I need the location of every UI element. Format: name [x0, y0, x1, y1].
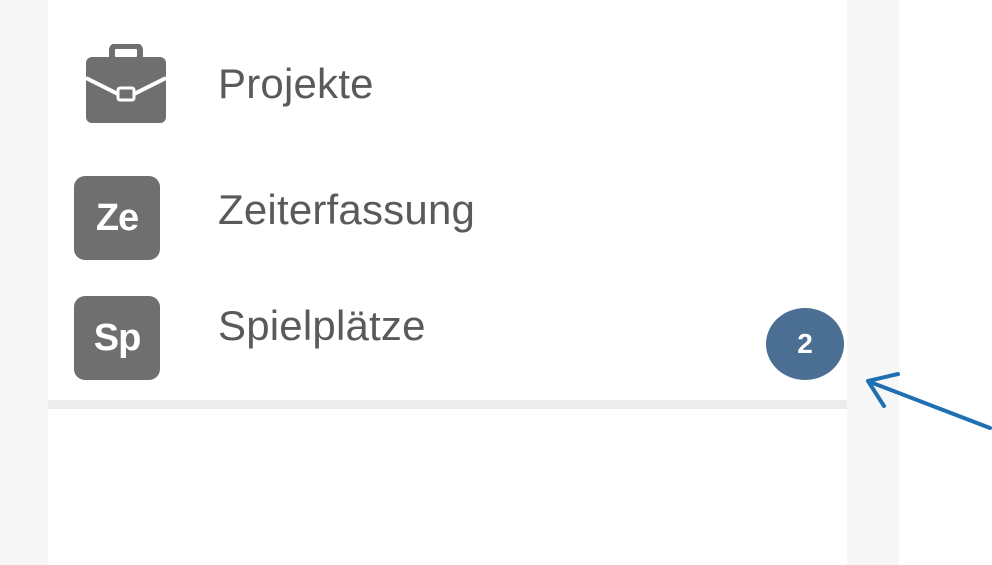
- notification-count-badge: 2: [766, 308, 844, 380]
- menu-item-label: Spielplätze: [218, 302, 426, 349]
- sidebar-menu-panel: Projekte Ze Zeiterfassung Sp Spielplätze…: [48, 8, 847, 409]
- right-background-strip: [847, 0, 899, 565]
- menu-item-zeiterfassung[interactable]: Ze Zeiterfassung: [72, 176, 832, 266]
- left-background-strip: [0, 0, 48, 565]
- menu-item-label: Zeiterfassung: [218, 186, 476, 233]
- menu-item-projekte[interactable]: Projekte: [72, 44, 832, 134]
- menu-item-label: Projekte: [218, 60, 374, 107]
- menu-item-spielplaetze[interactable]: Sp Spielplätze 2: [72, 296, 844, 386]
- briefcase-icon: [85, 44, 167, 123]
- annotation-arrow-icon: [866, 372, 992, 430]
- zeiterfassung-icon: Ze: [74, 176, 160, 260]
- spielplaetze-icon: Sp: [74, 296, 160, 380]
